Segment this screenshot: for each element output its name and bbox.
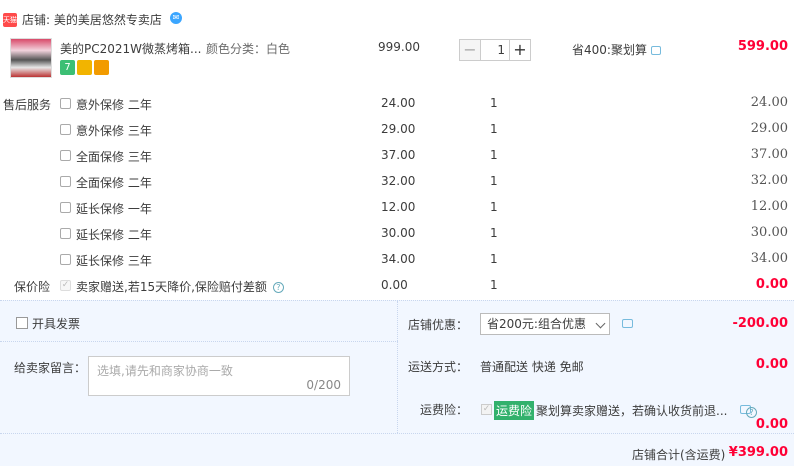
service-total: 12.00 — [750, 199, 788, 214]
product-tags: 7 — [60, 60, 109, 75]
service-qty: 1 — [490, 174, 498, 188]
product-sku: 颜色分类：白色 — [206, 42, 291, 56]
chevron-down-icon — [595, 318, 606, 329]
product-thumbnail[interactable] — [10, 38, 52, 78]
help-icon[interactable]: ? — [272, 282, 284, 293]
quantity-input[interactable]: 1 — [481, 39, 509, 61]
service-qty: 1 — [490, 252, 498, 266]
order-summary-panel: 开具发票 给卖家留言： 选填,请先和商家协商一致 0/200 店铺优惠： 省20… — [0, 300, 794, 466]
service-qty: 1 — [490, 122, 498, 136]
message-char-count: 0/200 — [306, 378, 341, 392]
service-total: 37.00 — [750, 147, 788, 162]
freight-insurance-tag: 运费险 — [494, 401, 535, 420]
discount-amount: -200.00 — [732, 316, 788, 331]
shop-name[interactable]: 店铺: 美的美居悠然专卖店 — [22, 11, 162, 28]
service-qty: 1 — [490, 200, 498, 214]
order-options: 开具发票 给卖家留言： 选填,请先和商家协商一致 0/200 — [0, 301, 398, 433]
service-row: 延长保修 一年 12.00 1 12.00 — [0, 196, 794, 222]
service-row: 延长保修 三年 34.00 1 34.00 — [0, 248, 794, 274]
discount-selected: 省200元:组合优惠 — [487, 317, 586, 331]
service-qty: 1 — [490, 96, 498, 110]
service-price: 29.00 — [381, 122, 416, 136]
guarantee-icon — [77, 60, 92, 75]
shipping-value: 普通配送 快递 免邮 — [480, 360, 584, 374]
service-checkbox[interactable] — [60, 228, 71, 239]
price-protect-checkbox: ✓ — [60, 280, 71, 291]
service-row: 全面保修 二年 32.00 1 32.00 — [0, 170, 794, 196]
service-total: 30.00 — [750, 225, 788, 240]
service-total: 24.00 — [750, 95, 788, 110]
service-price: 12.00 — [381, 200, 416, 214]
service-name: 意外保修 三年 — [76, 124, 152, 138]
message-label: 给卖家留言： — [14, 361, 87, 375]
item-subtotal: 599.00 — [737, 39, 788, 54]
service-price: 30.00 — [381, 226, 416, 240]
shop-total-value: ¥399.00 — [728, 445, 788, 460]
service-qty: 1 — [490, 148, 498, 162]
chat-icon[interactable] — [622, 319, 633, 328]
discount-label: 店铺优惠： — [408, 318, 469, 332]
card-payment-icon — [94, 60, 109, 75]
service-price: 34.00 — [381, 252, 416, 266]
service-checkbox[interactable] — [60, 124, 71, 135]
service-row: 售后服务 意外保修 二年 24.00 1 24.00 — [0, 92, 794, 118]
quantity-plus-button[interactable]: + — [509, 39, 531, 61]
service-checkbox[interactable] — [60, 98, 71, 109]
invoice-checkbox[interactable] — [16, 317, 28, 329]
price-protect-text: 卖家赠送,若15天降价,保险赔付差额? — [76, 278, 284, 295]
seven-day-return-icon: 7 — [60, 60, 75, 75]
shop-total-row: 店铺合计(含运费) ¥399.00 — [0, 433, 794, 466]
quantity-stepper: − 1 + — [459, 39, 531, 61]
message-textarea[interactable]: 选填,请先和商家协商一致 0/200 — [88, 356, 350, 396]
service-name: 延长保修 三年 — [76, 254, 152, 268]
service-checkbox[interactable] — [60, 176, 71, 187]
service-name: 延长保修 二年 — [76, 228, 152, 242]
service-checkbox[interactable] — [60, 254, 71, 265]
service-row: 延长保修 二年 30.00 1 30.00 — [0, 222, 794, 248]
service-name: 全面保修 三年 — [76, 150, 152, 164]
service-row: 意外保修 三年 29.00 1 29.00 — [0, 118, 794, 144]
service-checkbox[interactable] — [60, 150, 71, 161]
cart-item: 美的PC2021W微蒸烤箱... 7 颜色分类：白色 999.00 − 1 + … — [0, 34, 794, 94]
services-title: 售后服务 — [3, 98, 52, 112]
service-name: 延长保修 一年 — [76, 202, 152, 216]
service-total: 29.00 — [750, 121, 788, 136]
freight-insurance-amount: 0.00 — [755, 417, 788, 432]
quantity-minus-button[interactable]: − — [459, 39, 481, 61]
invoice-label[interactable]: 开具发票 — [32, 315, 80, 332]
service-name: 全面保修 二年 — [76, 176, 152, 190]
service-price: 37.00 — [381, 148, 416, 162]
shop-total-label: 店铺合计(含运费) — [632, 448, 726, 462]
service-name: 意外保修 二年 — [76, 98, 152, 112]
service-price: 24.00 — [381, 96, 416, 110]
service-total: 32.00 — [750, 173, 788, 188]
divider — [0, 341, 398, 342]
service-qty: 1 — [490, 226, 498, 240]
freight-insurance-text: 聚划算卖家赠送，若确认收货前退... — [536, 404, 728, 418]
message-placeholder: 选填,请先和商家协商一致 — [97, 364, 233, 378]
service-total: 34.00 — [750, 251, 788, 266]
product-title[interactable]: 美的PC2021W微蒸烤箱... — [60, 40, 201, 57]
freight-insurance-label: 运费险： — [420, 403, 469, 417]
price-protect-row: 保价险 ✓ 卖家赠送,若15天降价,保险赔付差额? 0.00 1 0.00 — [0, 274, 794, 300]
price-protect-qty: 1 — [490, 278, 498, 292]
service-checkbox[interactable] — [60, 202, 71, 213]
service-row: 全面保修 三年 37.00 1 37.00 — [0, 144, 794, 170]
price-protect-price: 0.00 — [381, 278, 408, 292]
chat-icon[interactable] — [650, 46, 661, 55]
price-protect-total: 0.00 — [755, 277, 788, 292]
service-price: 32.00 — [381, 174, 416, 188]
shop-header: 天猫 店铺: 美的美居悠然专卖店 ✉ — [0, 0, 794, 34]
promo-label: 省400:聚划算 — [572, 41, 661, 58]
tmall-badge-icon: 天猫 — [3, 13, 17, 27]
discount-select[interactable]: 省200元:组合优惠 — [480, 313, 610, 335]
wangwang-icon[interactable]: ✉ — [170, 12, 182, 24]
price-protect-title: 保价险 — [14, 280, 51, 294]
freight-insurance-checkbox: ✓ — [481, 404, 492, 415]
shipping-amount: 0.00 — [755, 357, 788, 372]
unit-price: 999.00 — [378, 40, 420, 54]
shipping-label: 运送方式： — [408, 360, 469, 374]
